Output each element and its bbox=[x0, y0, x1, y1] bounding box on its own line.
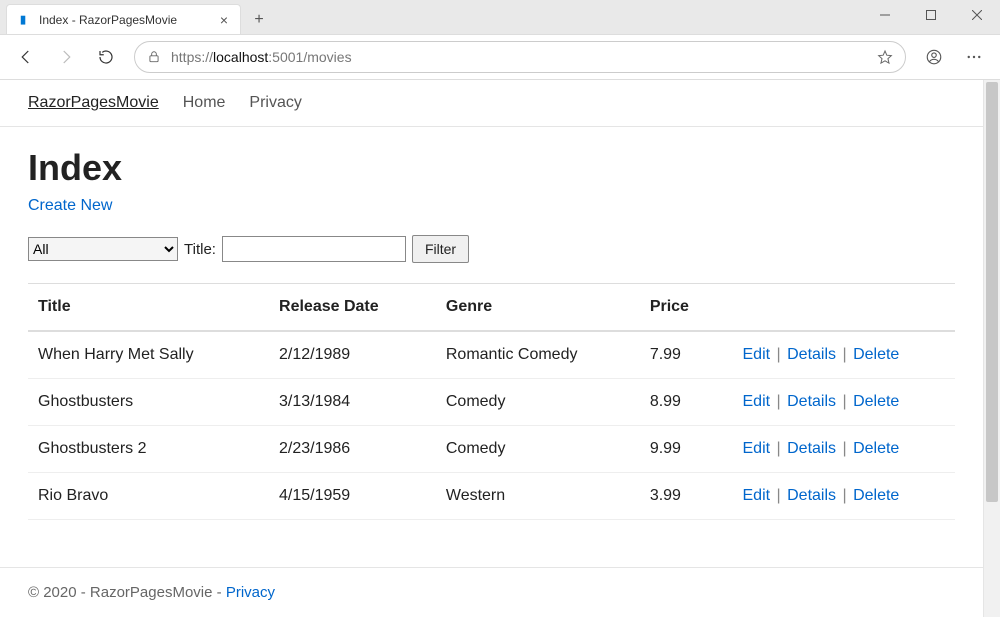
back-button[interactable] bbox=[8, 39, 44, 75]
genre-select[interactable]: All bbox=[28, 237, 178, 261]
col-date: Release Date bbox=[269, 284, 436, 332]
cell-price: 3.99 bbox=[640, 473, 733, 520]
brand-link[interactable]: RazorPagesMovie bbox=[28, 94, 159, 112]
title-search-input[interactable] bbox=[222, 236, 406, 262]
browser-tab[interactable]: ▮ Index - RazorPagesMovie × bbox=[6, 4, 241, 34]
cell-date: 2/12/1989 bbox=[269, 331, 436, 379]
title-label: Title: bbox=[184, 241, 216, 258]
table-row: Ghostbusters3/13/1984Comedy8.99Edit | De… bbox=[28, 379, 955, 426]
favicon: ▮ bbox=[15, 12, 31, 28]
browser-toolbar: https://localhost:5001/movies bbox=[0, 34, 1000, 80]
table-row: Ghostbusters 22/23/1986Comedy9.99Edit | … bbox=[28, 426, 955, 473]
scrollbar-thumb[interactable] bbox=[986, 82, 998, 502]
filter-button[interactable]: Filter bbox=[412, 235, 469, 263]
cell-actions: Edit | Details | Delete bbox=[733, 473, 956, 520]
filter-form: All Title: Filter bbox=[28, 235, 955, 263]
details-link[interactable]: Details bbox=[787, 393, 836, 410]
cell-title: Ghostbusters 2 bbox=[28, 426, 269, 473]
page: RazorPagesMovie Home Privacy Index Creat… bbox=[0, 80, 983, 617]
delete-link[interactable]: Delete bbox=[853, 487, 899, 504]
cell-price: 9.99 bbox=[640, 426, 733, 473]
cell-genre: Western bbox=[436, 473, 640, 520]
table-header-row: Title Release Date Genre Price bbox=[28, 284, 955, 332]
cell-price: 7.99 bbox=[640, 331, 733, 379]
movies-table: Title Release Date Genre Price When Harr… bbox=[28, 283, 955, 520]
col-genre: Genre bbox=[436, 284, 640, 332]
nav-home[interactable]: Home bbox=[183, 94, 226, 112]
delete-link[interactable]: Delete bbox=[853, 346, 899, 363]
edit-link[interactable]: Edit bbox=[743, 346, 771, 363]
cell-price: 8.99 bbox=[640, 379, 733, 426]
address-bar[interactable]: https://localhost:5001/movies bbox=[134, 41, 906, 73]
menu-button[interactable] bbox=[956, 39, 992, 75]
cell-actions: Edit | Details | Delete bbox=[733, 331, 956, 379]
nav-privacy[interactable]: Privacy bbox=[249, 94, 301, 112]
lock-icon bbox=[147, 50, 161, 64]
browser-titlebar: ▮ Index - RazorPagesMovie × + bbox=[0, 0, 1000, 34]
details-link[interactable]: Details bbox=[787, 440, 836, 457]
footer-privacy-link[interactable]: Privacy bbox=[226, 584, 275, 601]
browser-chrome: ▮ Index - RazorPagesMovie × + bbox=[0, 0, 1000, 80]
vertical-scrollbar[interactable] bbox=[983, 80, 1000, 617]
main-content: Index Create New All Title: Filter Title… bbox=[0, 127, 983, 567]
forward-button[interactable] bbox=[48, 39, 84, 75]
delete-link[interactable]: Delete bbox=[853, 440, 899, 457]
maximize-button[interactable] bbox=[908, 0, 954, 30]
new-tab-button[interactable]: + bbox=[245, 6, 273, 34]
cell-date: 2/23/1986 bbox=[269, 426, 436, 473]
tab-title: Index - RazorPagesMovie bbox=[39, 13, 210, 27]
close-tab-button[interactable]: × bbox=[218, 11, 230, 29]
cell-date: 4/15/1959 bbox=[269, 473, 436, 520]
table-row: When Harry Met Sally2/12/1989Romantic Co… bbox=[28, 331, 955, 379]
window-controls bbox=[862, 0, 1000, 30]
close-window-button[interactable] bbox=[954, 0, 1000, 30]
refresh-button[interactable] bbox=[88, 39, 124, 75]
cell-genre: Comedy bbox=[436, 426, 640, 473]
cell-title: Rio Bravo bbox=[28, 473, 269, 520]
footer-copy: © 2020 - RazorPagesMovie - bbox=[28, 584, 226, 601]
minimize-button[interactable] bbox=[862, 0, 908, 30]
col-price: Price bbox=[640, 284, 733, 332]
details-link[interactable]: Details bbox=[787, 346, 836, 363]
cell-title: Ghostbusters bbox=[28, 379, 269, 426]
table-row: Rio Bravo4/15/1959Western3.99Edit | Deta… bbox=[28, 473, 955, 520]
cell-genre: Comedy bbox=[436, 379, 640, 426]
site-footer: © 2020 - RazorPagesMovie - Privacy bbox=[0, 567, 983, 617]
page-title: Index bbox=[28, 147, 955, 189]
details-link[interactable]: Details bbox=[787, 487, 836, 504]
url-text: https://localhost:5001/movies bbox=[171, 49, 867, 65]
site-header: RazorPagesMovie Home Privacy bbox=[0, 80, 983, 127]
edit-link[interactable]: Edit bbox=[743, 487, 771, 504]
edit-link[interactable]: Edit bbox=[743, 393, 771, 410]
favorite-icon[interactable] bbox=[877, 49, 893, 65]
edit-link[interactable]: Edit bbox=[743, 440, 771, 457]
cell-title: When Harry Met Sally bbox=[28, 331, 269, 379]
delete-link[interactable]: Delete bbox=[853, 393, 899, 410]
viewport: RazorPagesMovie Home Privacy Index Creat… bbox=[0, 80, 1000, 617]
create-new-link[interactable]: Create New bbox=[28, 197, 112, 215]
col-actions bbox=[733, 284, 956, 332]
cell-date: 3/13/1984 bbox=[269, 379, 436, 426]
cell-genre: Romantic Comedy bbox=[436, 331, 640, 379]
cell-actions: Edit | Details | Delete bbox=[733, 379, 956, 426]
col-title: Title bbox=[28, 284, 269, 332]
cell-actions: Edit | Details | Delete bbox=[733, 426, 956, 473]
profile-button[interactable] bbox=[916, 39, 952, 75]
